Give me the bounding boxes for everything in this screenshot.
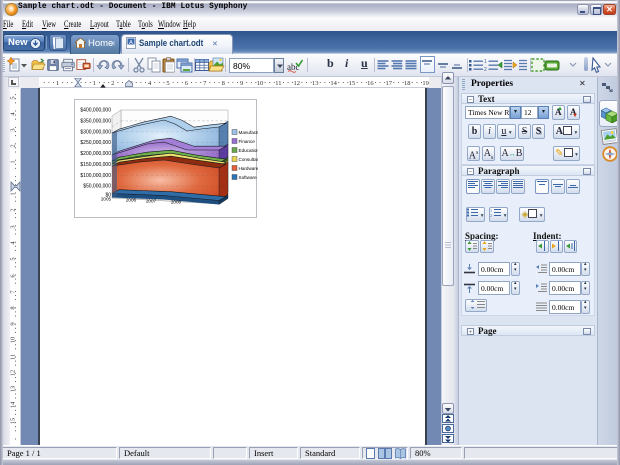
svg-text:2: 2: [490, 213, 492, 217]
svg-text:$250,000,000: $250,000,000: [80, 140, 111, 146]
svg-text:$200,000,000: $200,000,000: [80, 151, 111, 157]
svg-text:Education: Education: [239, 148, 259, 153]
svg-text:2: 2: [111, 80, 114, 87]
svg-text:$100,000,000: $100,000,000: [80, 173, 111, 179]
svg-text:Consultant: Consultant: [239, 157, 259, 162]
svg-text:$400,000,000: $400,000,000: [80, 108, 111, 114]
svg-text:$150,000,000: $150,000,000: [80, 162, 111, 168]
svg-text:6: 6: [10, 274, 17, 278]
svg-text:13: 13: [312, 80, 319, 87]
svg-text:12: 12: [294, 80, 301, 87]
svg-text:5: 5: [166, 80, 169, 87]
svg-text:$300,000,000: $300,000,000: [80, 129, 111, 135]
svg-text:8: 8: [222, 80, 225, 87]
svg-text:1: 1: [484, 59, 487, 65]
svg-text:15: 15: [349, 80, 356, 87]
svg-text:13: 13: [10, 386, 17, 393]
svg-text:2007: 2007: [146, 199, 157, 204]
svg-text:Manufacturing: Manufacturing: [239, 130, 259, 135]
svg-text:15: 15: [10, 418, 17, 425]
svg-text:2006: 2006: [126, 198, 137, 203]
svg-text:14: 14: [10, 401, 17, 408]
svg-text:16: 16: [367, 80, 374, 87]
svg-text:1: 1: [10, 160, 17, 163]
svg-text:abc: abc: [287, 62, 300, 72]
svg-text:Hardware: Hardware: [239, 166, 259, 171]
svg-text:1: 1: [56, 80, 59, 87]
svg-text:2: 2: [10, 144, 17, 147]
svg-text:Software: Software: [239, 175, 258, 180]
svg-text:Finance: Finance: [239, 139, 256, 144]
svg-text:17: 17: [386, 80, 393, 87]
svg-text:9: 9: [240, 80, 243, 87]
svg-text:19: 19: [422, 80, 429, 87]
svg-text:10: 10: [10, 337, 17, 344]
svg-text:6: 6: [185, 80, 189, 87]
svg-text:1: 1: [93, 80, 96, 87]
svg-text:2: 2: [484, 67, 487, 73]
svg-text:4: 4: [148, 80, 152, 87]
svg-text:$50,000,000: $50,000,000: [83, 184, 111, 190]
svg-text:2008: 2008: [171, 200, 182, 205]
svg-text:18: 18: [404, 80, 411, 87]
svg-text:11: 11: [275, 80, 281, 87]
svg-text:7: 7: [203, 80, 207, 87]
svg-text:2: 2: [10, 208, 17, 211]
svg-text:2005: 2005: [101, 197, 112, 202]
svg-text:$350,000,000: $350,000,000: [80, 119, 111, 125]
svg-text:14: 14: [330, 80, 337, 87]
svg-text:10: 10: [257, 80, 264, 87]
